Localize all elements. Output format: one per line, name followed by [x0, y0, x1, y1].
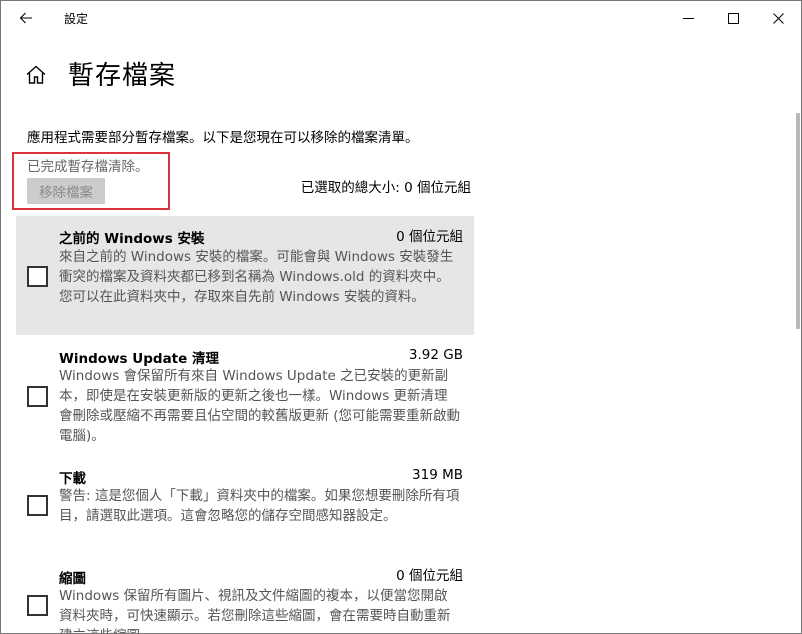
close-icon [772, 12, 784, 24]
checkbox[interactable] [27, 386, 48, 407]
app-title: 設定 [64, 12, 89, 26]
item-description: 警告: 這是您個人「下載」資料夾中的檔案。如果您想要刪除所有項目，請選取此選項。… [59, 488, 460, 524]
cleanup-status-text: 已完成暫存檔清除。 [27, 159, 149, 175]
item-description: Windows 保留所有圖片、視訊及文件縮圖的複本，以便當您開啟資料夾時，可快速… [59, 588, 451, 633]
item-size: 3.92 GB [408, 347, 463, 363]
list-item-previous-windows[interactable]: 之前的 Windows 安裝 0 個位元組 來自之前的 Windows 安裝的檔… [16, 216, 474, 335]
item-name: Windows Update 清理 [59, 351, 219, 367]
description-text: 應用程式需要部分暫存檔案。以下是您現在可以移除的檔案清單。 [27, 130, 419, 146]
item-description: Windows 會保留所有來自 Windows Update 之已安裝的更新副本… [59, 368, 461, 444]
back-arrow-icon [19, 12, 32, 24]
list-item-downloads[interactable]: 下載 319 MB 警告: 這是您個人「下載」資料夾中的檔案。如果您想要刪除所有… [16, 457, 474, 557]
remove-files-button[interactable]: 移除檔案 [27, 178, 105, 204]
item-size: 0 個位元組 [396, 568, 463, 584]
close-button[interactable] [755, 1, 801, 35]
maximize-icon [727, 12, 739, 24]
page-title: 暫存檔案 [68, 61, 177, 91]
item-name: 之前的 Windows 安裝 [59, 231, 205, 247]
item-name: 縮圖 [59, 571, 86, 587]
maximize-button[interactable] [710, 1, 756, 35]
item-name: 下載 [59, 471, 86, 487]
title-bar: 設定 [1, 1, 801, 35]
minimize-icon [682, 17, 694, 19]
vertical-scrollbar[interactable] [796, 113, 800, 329]
checkbox[interactable] [27, 495, 48, 516]
list-item-thumbnails[interactable]: 縮圖 0 個位元組 Windows 保留所有圖片、視訊及文件縮圖的複本，以便當您… [16, 555, 474, 633]
checkbox[interactable] [27, 595, 48, 616]
back-button[interactable] [3, 1, 49, 35]
total-selected-size: 已選取的總大小: 0 個位元組 [300, 180, 471, 196]
checkbox[interactable] [27, 266, 48, 287]
home-icon[interactable] [25, 64, 47, 86]
item-description: 來自之前的 Windows 安裝的檔案。可能會與 Windows 安裝發生衝突的… [59, 249, 454, 305]
minimize-button[interactable] [665, 1, 711, 35]
settings-window: 設定 暫存檔案 應用程式需要部分暫存檔案。以下是您現在可以移除的檔案清單。 已完… [0, 0, 802, 634]
item-size: 319 MB [412, 467, 463, 483]
item-size: 0 個位元組 [396, 229, 463, 245]
list-item-windows-update[interactable]: Windows Update 清理 3.92 GB Windows 會保留所有來… [16, 337, 474, 455]
